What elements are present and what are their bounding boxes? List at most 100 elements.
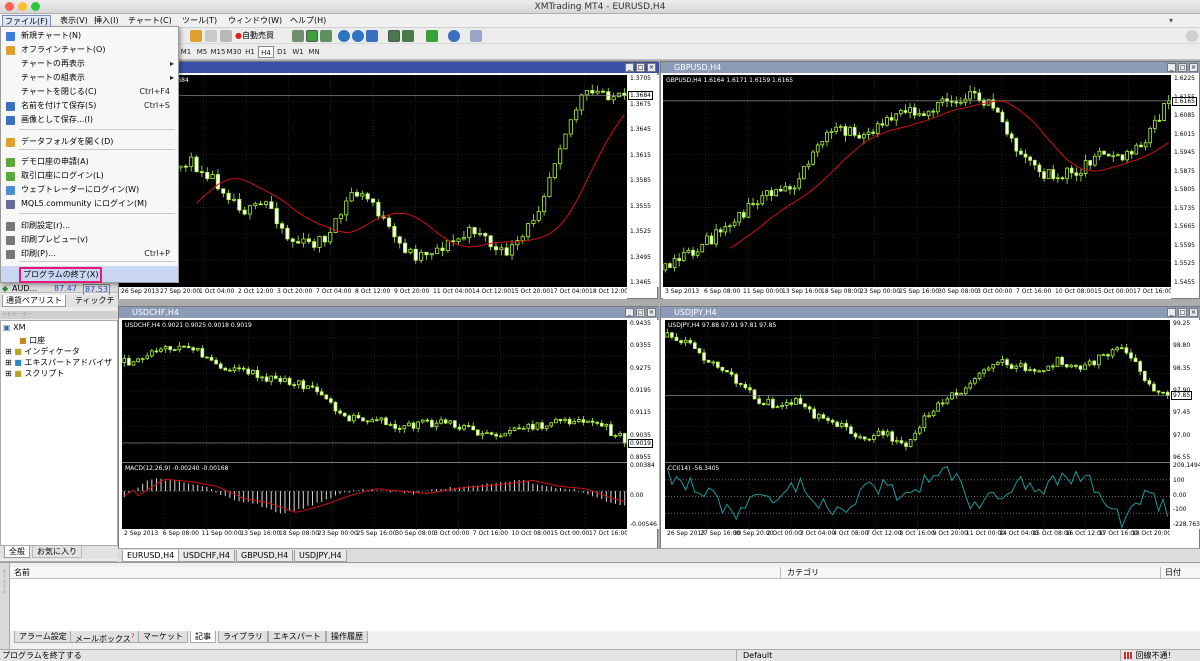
chart-tab-eurusd[interactable]: EURUSD,H4 (122, 550, 180, 562)
chart-tab-usdchf[interactable]: USDCHF,H4 (178, 550, 235, 562)
timeframe-w1[interactable]: W1 (290, 46, 306, 58)
indicator-axis[interactable]: 0.00384 0.00 -0.00546 (627, 462, 659, 529)
price-axis[interactable]: 1.62251.61551.60851.60151.59451.58751.58… (1171, 75, 1199, 287)
file-menu-item[interactable]: 印刷プレビュー(v) (1, 233, 178, 247)
market-watch-row[interactable]: ◆ AUD... 87.47 87.53 (0, 284, 118, 296)
timeframe-m5[interactable]: M5 (194, 46, 210, 58)
timeframe-d1[interactable]: D1 (274, 46, 290, 58)
file-menu-item[interactable]: MQL5.community にログイン(M) (1, 197, 178, 211)
column-category[interactable]: カテゴリ (780, 567, 819, 579)
indicator-axis[interactable]: 209.1494 100 0.00 -100 -228.763 (1170, 462, 1200, 529)
chart-tab-usdjpy[interactable]: USDJPY,H4 (294, 550, 347, 562)
tab-journal[interactable]: 操作履歴 (326, 631, 368, 643)
chart-plot-area[interactable]: GBPUSD,H4 1.6164 1.6171 1.6159 1.6165 (663, 75, 1171, 287)
file-menu-item[interactable]: 印刷設定(r)... (1, 219, 178, 233)
time-axis[interactable]: 26 Sep 2013 27 Sep 20:00 1 Oct 04:00 2 Oct … (119, 287, 627, 299)
file-menu-item[interactable]: オフラインチャート(O) (1, 43, 178, 57)
nav-item-indicators[interactable]: ⊞ ■ インディケータ (5, 346, 80, 357)
timeframe-m1[interactable]: M1 (178, 46, 194, 58)
zoom-window-icon[interactable] (31, 2, 40, 11)
file-menu-item[interactable]: 取引口座にログイン(L) (1, 169, 178, 183)
tab-symbols[interactable]: 通貨ペアリスト (2, 295, 66, 307)
close-window-icon[interactable] (5, 2, 14, 11)
file-menu-item[interactable]: 画像として保存...(I) (1, 113, 178, 127)
chart-caption[interactable]: USDJPY,H4 (661, 307, 1200, 318)
expand-icon[interactable]: ⊞ (5, 369, 12, 378)
chart-window-gbpusd[interactable]: GBPUSD,H4 _ □ × GBPUSD,H4 1.6164 1.6171 1.61… (660, 61, 1200, 299)
chart-minimize-button[interactable]: _ (625, 63, 634, 72)
timeframe-m30[interactable]: M30 (226, 46, 242, 58)
file-menu-item[interactable]: データフォルダを開く(D) (1, 135, 178, 149)
price-axis[interactable]: 99.2598.8098.3597.9097.4597.0096.5597.85 (1170, 320, 1200, 462)
chart-minimize-button[interactable]: _ (1167, 308, 1176, 317)
tab-library[interactable]: ライブラリ (218, 631, 268, 643)
exit-program-item[interactable]: プログラムの終了(X) (1, 266, 178, 283)
tile-windows-icon[interactable] (366, 30, 378, 42)
templates-icon[interactable] (470, 30, 482, 42)
time-axis[interactable]: 26 Sep 2013 27 Sep 16:00 30 Sep 20:00 2 Oct… (665, 529, 1170, 541)
timeframe-mn[interactable]: MN (306, 46, 322, 58)
nav-item-accounts[interactable]: ■ 口座 (19, 335, 45, 346)
expand-icon[interactable]: ⊞ (5, 347, 12, 356)
file-menu-item[interactable]: ウェブトレーダーにログイン(W) (1, 183, 178, 197)
minimize-window-icon[interactable] (18, 2, 27, 11)
column-name[interactable]: 名前 (14, 567, 30, 579)
nav-root[interactable]: ▣ XM (3, 323, 26, 332)
file-menu-item[interactable]: チャートを閉じる(C) Ctrl+F4 (1, 85, 178, 99)
file-menu-item[interactable]: 新規チャート(N) (1, 29, 178, 43)
menu-help[interactable]: ヘルプ(H) (288, 15, 328, 27)
chart-tab-gbpusd[interactable]: GBPUSD,H4 (236, 550, 294, 562)
nav-item-scripts[interactable]: ⊞ ■ スクリプト (5, 368, 64, 379)
chart-close-button[interactable]: × (647, 308, 656, 317)
timeframe-m15[interactable]: M15 (210, 46, 226, 58)
line-chart-icon[interactable] (320, 30, 332, 42)
chart-plot-area[interactable]: USDCHF,H4 0.9021 0.9025 0.9018 0.9019 (122, 320, 627, 462)
tab-experts[interactable]: エキスパート (268, 631, 326, 643)
chart-restore-button[interactable]: □ (1178, 308, 1187, 317)
menu-tools[interactable]: ツール(T) (180, 15, 219, 27)
chart-minimize-button[interactable]: _ (625, 308, 634, 317)
open-folder-icon[interactable] (190, 30, 202, 42)
timeframe-h4[interactable]: H4 (258, 46, 274, 58)
chart-restore-button[interactable]: □ (636, 308, 645, 317)
file-menu-item[interactable]: チャートの再表示 ▸ (1, 57, 178, 71)
tab-articles[interactable]: 記事 (190, 631, 216, 643)
tab-market[interactable]: マーケット (138, 631, 188, 643)
auto-scroll-icon[interactable] (388, 30, 400, 42)
expand-icon[interactable]: ⊞ (5, 358, 12, 367)
column-date[interactable]: 日付 (1160, 567, 1181, 579)
nav-item-experts[interactable]: ⊞ ■ エキスパートアドバイザ (5, 357, 112, 368)
tab-tick-chart[interactable]: ティックチ (72, 295, 118, 307)
time-axis[interactable]: 2 Sep 2013 6 Sep 08:00 11 Sep 00:00 13 Sep … (122, 529, 627, 541)
chart-window-usdjpy[interactable]: USDJPY,H4 _ □ × USDJPY,H4 97.88 97.91 97.81 … (660, 306, 1200, 549)
tab-alerts[interactable]: アラーム設定 (14, 631, 72, 643)
price-axis[interactable]: 0.9435 0.9355 0.9275 0.9195 0.9115 0.9035 0.89… (627, 320, 659, 462)
chart-window-eurusd[interactable]: _□× 1.3685 1.3677 1.36841.3705 1.3675 1.364… (109, 61, 659, 299)
chart-plot-area[interactable]: USDJPY,H4 97.88 97.91 97.81 97.85 (665, 320, 1170, 462)
menu-window[interactable]: ウィンドウ(W) (226, 15, 284, 27)
periods-icon[interactable] (448, 30, 460, 42)
indicator-subwindow[interactable]: MACD(12,26,9) -0.00240 -0.00168 (122, 462, 627, 530)
zoom-in-icon[interactable] (338, 30, 350, 42)
print-icon[interactable] (205, 30, 217, 42)
bar-chart-icon[interactable] (292, 30, 304, 42)
indicator-subwindow[interactable]: CCI(14) -56.3405 (665, 462, 1170, 530)
chart-window-usdchf[interactable]: USDCHF,H4 _ □ × USDCHF,H4 0.9021 0.9025 0.90… (118, 306, 659, 549)
chart-minimize-button[interactable]: _ (1167, 63, 1176, 72)
chart-restore-button[interactable]: □ (1178, 63, 1187, 72)
indicators-icon[interactable] (426, 30, 438, 42)
history-icon[interactable] (220, 30, 232, 42)
chart-caption[interactable] (109, 62, 659, 73)
file-menu-item[interactable]: 名前を付けて保存(S) Ctrl+S (1, 99, 178, 113)
chart-caption[interactable]: GBPUSD,H4 (661, 62, 1200, 73)
file-menu-item[interactable]: チャートの組表示 ▸ (1, 71, 178, 85)
candle-chart-icon[interactable] (306, 30, 318, 42)
price-axis[interactable]: 1.3705 1.3675 1.3645 1.3615 1.3585 1.3555 1.35… (627, 75, 659, 287)
chart-shift-icon[interactable] (402, 30, 414, 42)
menubar-options-icon[interactable]: ▾ (1167, 15, 1175, 27)
chart-restore-button[interactable]: □ (636, 63, 645, 72)
status-connection[interactable]: 回線不通！ (1120, 650, 1176, 661)
chart-close-button[interactable]: × (647, 63, 656, 72)
time-axis[interactable]: 3 Sep 2013 6 Sep 08:00 11 Sep 00:00 13 Sep … (663, 287, 1171, 299)
timeframe-h1[interactable]: H1 (242, 46, 258, 58)
